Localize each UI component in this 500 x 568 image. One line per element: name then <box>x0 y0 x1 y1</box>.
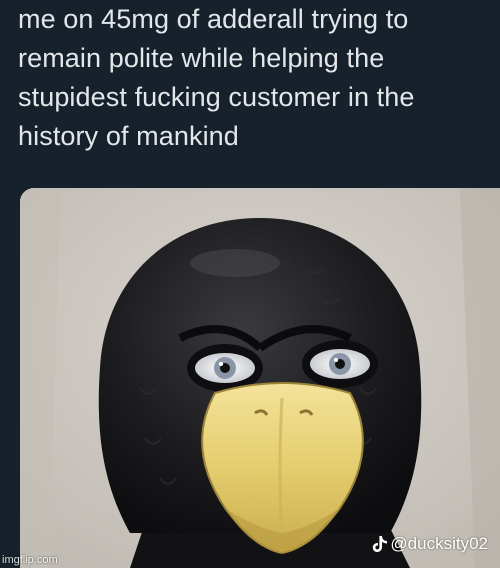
left-eye <box>195 353 255 383</box>
meme-page: me on 45mg of adderall trying to remain … <box>0 0 500 568</box>
tweet-line-2: remain polite while helping the <box>18 43 385 73</box>
tweet-line-4: history of mankind <box>18 121 239 151</box>
tweet-media-image[interactable]: @ducksity02 <box>20 188 500 568</box>
tiktok-handle: @ducksity02 <box>390 534 488 553</box>
tiktok-icon <box>373 536 388 552</box>
right-eye <box>310 349 370 379</box>
crow-mask-photo <box>20 188 500 568</box>
tweet-line-3: stupidest fucking customer in the <box>18 82 415 112</box>
head-highlight <box>190 249 280 277</box>
tweet-line-1: me on 45mg of adderall trying to <box>18 4 409 34</box>
tiktok-watermark: @ducksity02 <box>372 534 488 554</box>
tweet-text: me on 45mg of adderall trying to remain … <box>18 0 488 156</box>
imgflip-watermark: imgflip.com <box>2 554 58 566</box>
